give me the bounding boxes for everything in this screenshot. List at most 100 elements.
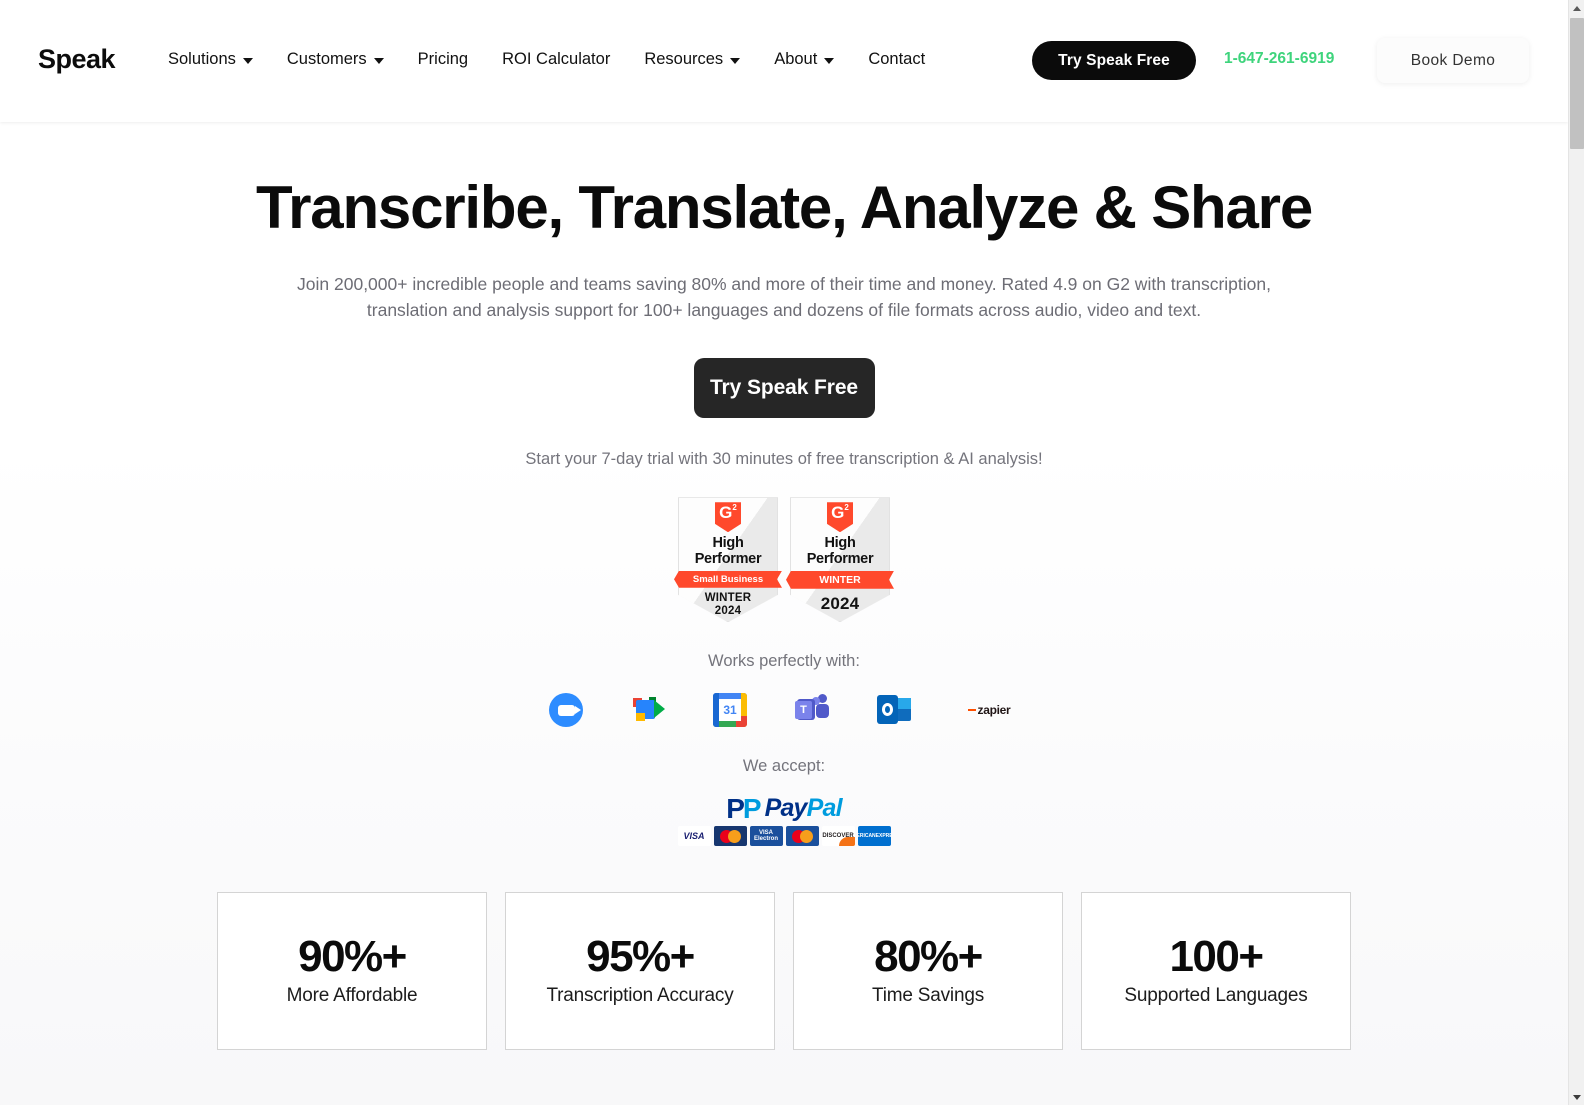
badge-title: High Performer xyxy=(806,536,874,567)
mastercard-circles xyxy=(714,826,747,846)
g2-logo-icon: G2 xyxy=(827,502,853,533)
browser-viewport: Speak Solutions Customers Pricing ROI Ca… xyxy=(0,0,1568,1105)
chevron-down-icon xyxy=(242,57,253,64)
nav-item-contact[interactable]: Contact xyxy=(868,46,925,73)
page-root: Speak Solutions Customers Pricing ROI Ca… xyxy=(0,0,1584,1105)
nav-item-roi-calculator[interactable]: ROI Calculator xyxy=(502,46,610,73)
outlook-o-mark xyxy=(877,695,898,725)
badge-content: G2 High Performer Small Business WINTER … xyxy=(678,497,778,622)
book-demo-button[interactable]: Book Demo xyxy=(1377,38,1529,83)
stat-card-affordable: 90%+ More Affordable xyxy=(217,892,487,1051)
g2-sup: 2 xyxy=(844,503,849,513)
maestro-card-icon xyxy=(785,826,819,847)
g2-letter: G xyxy=(719,503,733,523)
hero-try-free-button[interactable]: Try Speak Free xyxy=(693,358,875,419)
zoom-icon[interactable] xyxy=(549,693,583,728)
scroll-up-arrow-icon[interactable] xyxy=(1569,0,1584,16)
scrollbar-thumb[interactable] xyxy=(1570,18,1584,149)
g2-sup: 2 xyxy=(732,503,737,513)
cal-day-number: 31 xyxy=(719,699,741,722)
badge-ribbon: WINTER xyxy=(786,571,894,589)
badge-title-line2: Performer xyxy=(694,550,762,567)
integrations-row: 31 T zapier xyxy=(0,693,1568,728)
nav-label: Pricing xyxy=(417,50,469,68)
paypal-mark-icon: PP xyxy=(726,792,761,824)
chevron-down-icon xyxy=(373,57,384,64)
site-logo[interactable]: Speak xyxy=(38,44,116,75)
stat-label: Time Savings xyxy=(872,985,984,1007)
badge-title-line1: High xyxy=(712,535,744,552)
card-logos: VISA VISA Electron DISCOVER AMERICAN EX xyxy=(677,826,891,847)
discover-card-icon: DISCOVER xyxy=(821,826,855,847)
badge-title: High Performer xyxy=(694,535,762,567)
visa-card-icon: VISA xyxy=(677,826,711,847)
g2-logo-icon: G2 xyxy=(715,502,741,533)
zapier-logo[interactable]: zapier xyxy=(959,700,1019,720)
zoom-camera-glyph xyxy=(557,704,581,716)
nav-label: Resources xyxy=(644,50,724,68)
outlook-icon[interactable] xyxy=(877,693,911,727)
visa-electron-card-icon: VISA Electron xyxy=(749,826,783,847)
amex-card-icon: AMERICAN EXPRESS xyxy=(857,826,891,847)
g2-letter: G xyxy=(831,503,845,523)
stat-value: 80%+ xyxy=(874,932,983,982)
stat-card-time-savings: 80%+ Time Savings xyxy=(793,892,1063,1051)
stat-value: 95%+ xyxy=(586,932,695,982)
stat-label: Supported Languages xyxy=(1124,985,1308,1007)
stat-card-languages: 100+ Supported Languages xyxy=(1081,892,1351,1051)
nav-item-resources[interactable]: Resources xyxy=(644,46,741,73)
page-scrollbar[interactable] xyxy=(1568,0,1584,1105)
scroll-down-arrow-icon[interactable] xyxy=(1569,1089,1584,1105)
chevron-down-icon xyxy=(824,57,835,64)
g2-badge-winter: G2 High Performer WINTER 2024 xyxy=(790,497,890,623)
teams-body xyxy=(816,704,829,719)
header-phone-link[interactable]: 1-647-261-6919 xyxy=(1224,50,1334,68)
outlook-o-ring xyxy=(882,703,893,717)
payments-row: PP PayPal VISA VISA Electron DISCOVER ER… xyxy=(0,794,1568,847)
paypal-wordmark: PayPal xyxy=(765,794,843,823)
badge-title-line2: Performer xyxy=(806,550,874,567)
nav-label: ROI Calculator xyxy=(502,50,611,68)
hero-subtitle: Join 200,000+ incredible people and team… xyxy=(297,273,1271,321)
paypal-logo: PP PayPal xyxy=(726,794,842,823)
ve-line2: Electron xyxy=(753,836,778,843)
google-calendar-icon[interactable]: 31 xyxy=(713,693,747,728)
teams-letter: T xyxy=(795,701,812,720)
badge-foot-line1: WINTER xyxy=(704,591,752,604)
g2-badges: G2 High Performer Small Business WINTER … xyxy=(0,497,1568,623)
badge-foot-line1: 2024 xyxy=(820,593,860,613)
primary-navigation: Solutions Customers Pricing ROI Calculat… xyxy=(168,46,925,73)
g2-badge-small-business: G2 High Performer Small Business WINTER … xyxy=(678,497,778,623)
stat-card-accuracy: 95%+ Transcription Accuracy xyxy=(505,892,775,1051)
nav-label: Customers xyxy=(286,50,367,68)
payments-label: We accept: xyxy=(742,757,826,776)
google-meet-icon[interactable] xyxy=(631,693,665,727)
nav-label: Solutions xyxy=(168,50,236,68)
trial-note: Start your 7-day trial with 30 minutes o… xyxy=(525,450,1043,469)
stat-label: Transcription Accuracy xyxy=(546,985,734,1007)
nav-item-pricing[interactable]: Pricing xyxy=(418,46,468,73)
chevron-down-icon xyxy=(730,57,741,64)
microsoft-teams-icon[interactable]: T xyxy=(795,693,829,727)
hero-section: Transcribe, Translate, Analyze & Share J… xyxy=(0,175,1568,1051)
maestro-circles xyxy=(786,826,819,846)
badge-footer: 2024 xyxy=(821,594,860,614)
mastercard-card-icon xyxy=(713,826,747,847)
header-try-free-button[interactable]: Try Speak Free xyxy=(1032,41,1196,80)
nav-item-customers[interactable]: Customers xyxy=(287,46,384,73)
nav-item-solutions[interactable]: Solutions xyxy=(168,46,253,73)
integrations-label: Works perfectly with: xyxy=(708,652,860,671)
badge-footer: WINTER 2024 xyxy=(705,592,752,618)
nav-label: Contact xyxy=(868,50,926,68)
nav-item-about[interactable]: About xyxy=(774,46,835,73)
stat-value: 90%+ xyxy=(298,932,407,982)
nav-label: About xyxy=(774,50,818,68)
zapier-dash-icon xyxy=(967,709,976,712)
badge-content: G2 High Performer WINTER 2024 xyxy=(790,497,890,622)
site-header: Speak Solutions Customers Pricing ROI Ca… xyxy=(0,0,1568,122)
badge-foot-line2: 2024 xyxy=(714,604,742,617)
stat-label: More Affordable xyxy=(286,985,418,1007)
ve-line1: VISA xyxy=(758,829,773,836)
zapier-wordmark: zapier xyxy=(977,703,1011,718)
amex-line2: EXPRESS xyxy=(875,832,891,839)
